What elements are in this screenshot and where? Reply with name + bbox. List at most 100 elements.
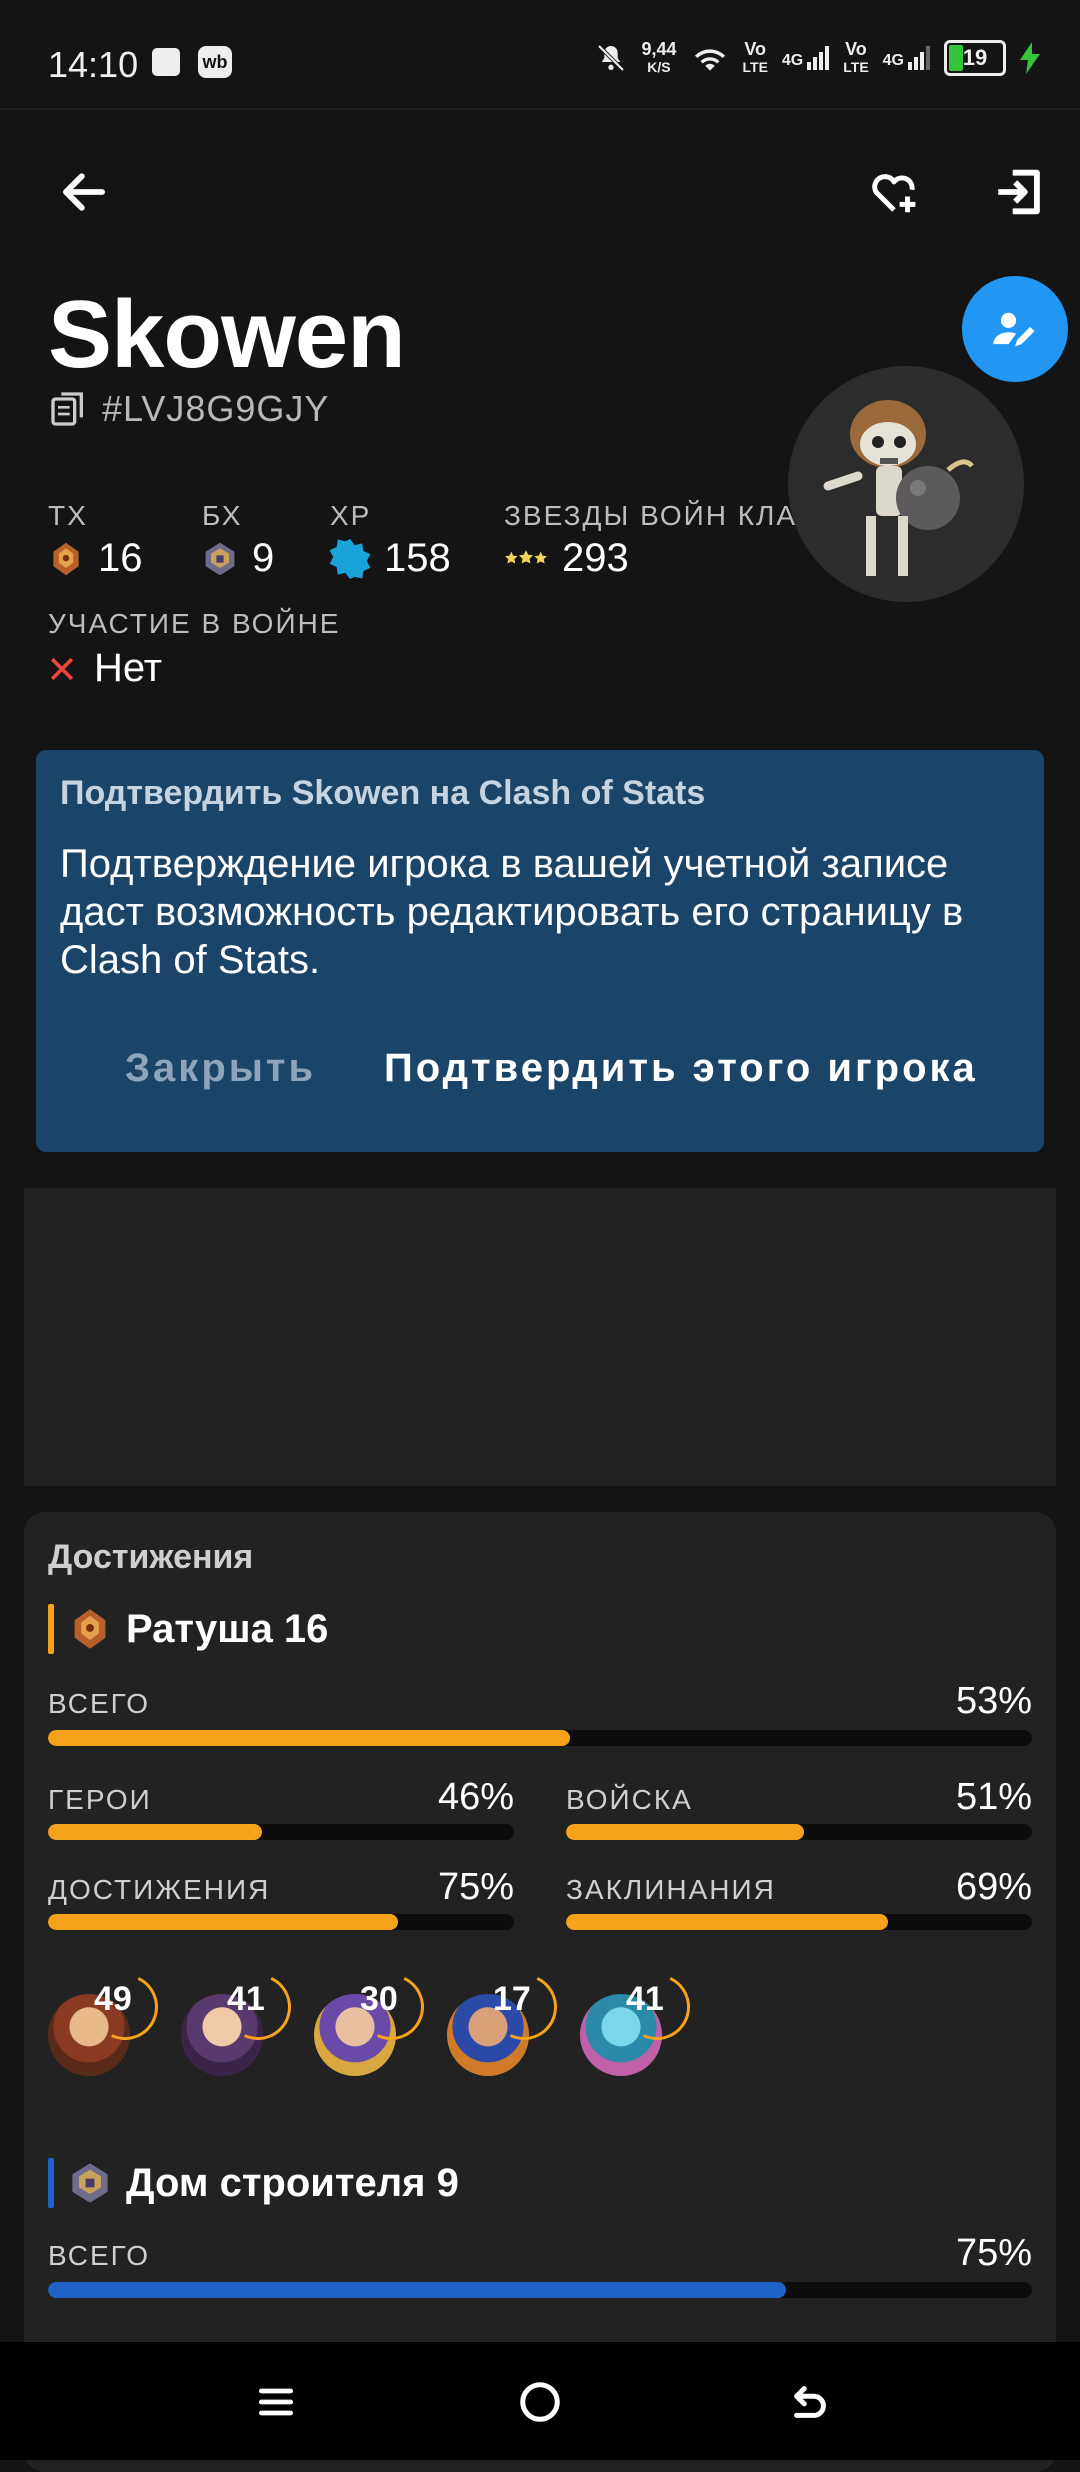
- copy-icon[interactable]: [48, 389, 88, 429]
- add-favorite-button[interactable]: [858, 156, 930, 228]
- status-icons: 9,44 K/S Vo LTE 4G Vo LTE 4G 19: [595, 40, 1040, 76]
- th-spells-value: 69%: [955, 1866, 1032, 1908]
- notification-app-icon: [152, 48, 180, 76]
- heart-plus-icon: [872, 174, 916, 213]
- hero-archer-queen[interactable]: 41: [181, 1964, 301, 2076]
- player-tag-row[interactable]: #LVJ8G9GJY: [48, 388, 329, 430]
- wb-app-icon: wb: [198, 46, 232, 78]
- hero-minion-prince[interactable]: 41: [580, 1964, 700, 2076]
- battery-indicator: 19: [944, 40, 1006, 76]
- th-troops-progress: [566, 1824, 1032, 1840]
- hero-level: 41: [227, 1980, 265, 2018]
- bb-total-label: ВСЕГО: [48, 2240, 151, 2271]
- net-speed: 9,44 K/S: [641, 39, 677, 75]
- th-spells-fill: [566, 1914, 888, 1930]
- th-total-value: 53%: [955, 1680, 1032, 1722]
- achievements-card: Достижения Ратуша 16 ВСЕГО 53% ГЕРОИ 46%…: [24, 1512, 1056, 2472]
- wall-breaker-avatar-icon: [823, 400, 976, 576]
- stat-xp-value: 158: [384, 536, 451, 580]
- status-bar: 14:10 wb 9,44 K/S Vo LTE 4G Vo LTE 4G 19: [0, 0, 1080, 108]
- stat-war-stars-label: ЗВЕЗДЫ ВОЙН КЛА: [504, 500, 798, 531]
- menu-lines-icon: [258, 2388, 294, 2416]
- back-nav-button[interactable]: [774, 2366, 846, 2438]
- stat-th-value: 16: [98, 536, 143, 580]
- stat-xp: XP 158: [330, 500, 451, 581]
- system-nav-bar: [0, 2342, 1080, 2460]
- stat-bh: БХ 9: [202, 500, 274, 581]
- home-button[interactable]: [504, 2366, 576, 2438]
- edit-player-fab[interactable]: [962, 276, 1068, 382]
- stat-th: ТХ 16: [48, 500, 143, 581]
- wifi-icon: [694, 49, 725, 71]
- hero-level: 17: [493, 1980, 531, 2018]
- back-button[interactable]: [48, 156, 120, 228]
- xp-star-icon: [330, 538, 370, 579]
- player-tag: #LVJ8G9GJY: [102, 388, 330, 429]
- close-button[interactable]: Закрыть: [125, 1046, 316, 1091]
- sim2-signal-icon: 4G: [883, 46, 930, 70]
- war-participation-label: УЧАСТИЕ В ВОЙНЕ: [48, 608, 341, 639]
- player-avatar: [788, 366, 1024, 602]
- stat-bh-value: 9: [252, 536, 275, 580]
- war-participation-value: Нет: [94, 646, 163, 690]
- war-stars-icon: [505, 549, 547, 564]
- player-name: Skowen: [48, 281, 406, 388]
- th-troops-fill: [566, 1824, 804, 1840]
- th-achievements-fill: [48, 1914, 398, 1930]
- builder-hall-icon: [72, 2163, 108, 2203]
- hero-barbarian-king[interactable]: 49: [48, 1964, 168, 2076]
- th-heroes-fill: [48, 1824, 263, 1840]
- town-hall-icon: [53, 542, 79, 575]
- section-accent-bar: [48, 2158, 54, 2208]
- stat-war-stars: ЗВЕЗДЫ ВОЙН КЛА 293: [504, 500, 804, 581]
- stat-xp-label: XP: [330, 500, 372, 531]
- th-achievements-progress: [48, 1914, 514, 1930]
- verify-card-title: Подтвердить Skowen на Clash of Stats: [60, 774, 706, 812]
- verify-card-body: Подтверждение игрока в вашей учетной зап…: [60, 842, 964, 982]
- stat-th-label: ТХ: [48, 500, 88, 531]
- war-participation: Нет: [48, 646, 162, 691]
- hero-level: 49: [94, 1980, 132, 2018]
- bb-total-value: 75%: [955, 2232, 1032, 2274]
- town-hall-section-header: Ратуша 16: [48, 1604, 328, 1654]
- back-arrow-icon: [63, 173, 105, 211]
- th-total-label: ВСЕГО: [48, 1688, 151, 1719]
- confirm-player-button[interactable]: Подтвердить этого игрока: [384, 1046, 978, 1091]
- bb-total-progress: [48, 2282, 1032, 2298]
- th-total-progress: [48, 1730, 1032, 1746]
- home-circle-icon: [520, 2382, 560, 2422]
- close-x-icon: [50, 657, 74, 680]
- hero-level: 30: [360, 1980, 398, 2018]
- builder-hall-icon: [205, 542, 235, 575]
- th-total-fill: [48, 1730, 570, 1746]
- sim1-volte: Vo LTE: [742, 39, 768, 75]
- th-spells-progress: [566, 1914, 1032, 1930]
- mute-bell-icon: [598, 44, 625, 72]
- th-troops-value: 51%: [955, 1776, 1032, 1818]
- th-heroes-value: 46%: [437, 1776, 514, 1818]
- status-divider: [0, 108, 1080, 110]
- section-accent-bar: [48, 1604, 54, 1654]
- charging-icon: [1020, 42, 1040, 74]
- hero-royal-champion[interactable]: 17: [447, 1964, 567, 2076]
- stat-bh-label: БХ: [202, 500, 243, 531]
- builder-base-section-header: Дом строителя 9: [48, 2158, 459, 2208]
- th-achievements-label: ДОСТИЖЕНИЯ: [48, 1874, 271, 1905]
- bb-total-fill: [48, 2282, 786, 2298]
- edit-person-icon: [993, 312, 1035, 347]
- back-curve-icon: [794, 2386, 826, 2418]
- th-spells-label: ЗАКЛИНАНИЯ: [566, 1874, 776, 1905]
- stat-war-stars-value: 293: [562, 536, 629, 580]
- recent-apps-button[interactable]: [240, 2366, 312, 2438]
- open-external-button[interactable]: [984, 156, 1056, 228]
- hero-level: 41: [626, 1980, 664, 2018]
- hero-grand-warden[interactable]: 30: [314, 1964, 434, 2076]
- town-hall-title: Ратуша 16: [126, 1606, 329, 1651]
- th-troops-label: ВОЙСКА: [566, 1784, 693, 1815]
- sim1-signal-icon: 4G: [782, 46, 830, 70]
- town-hall-icon: [74, 1609, 106, 1649]
- verify-player-card: Подтвердить Skowen на Clash of Stats Под…: [36, 750, 1044, 1152]
- sim2-volte: Vo LTE: [843, 39, 869, 75]
- status-time: 14:10: [48, 44, 139, 85]
- achievements-title: Достижения: [48, 1538, 254, 1576]
